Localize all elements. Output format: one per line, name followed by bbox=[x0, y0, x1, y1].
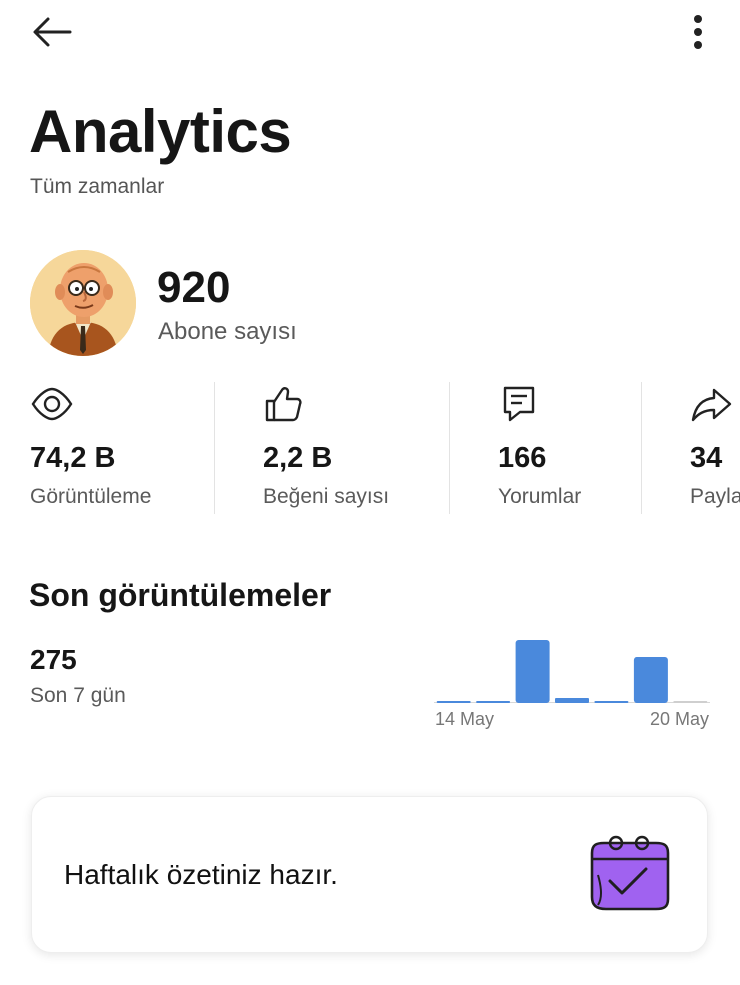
comments-value: 166 bbox=[498, 442, 547, 474]
views-label: Görüntüleme bbox=[30, 485, 152, 508]
time-range-label: Tüm zamanlar bbox=[30, 175, 165, 198]
recent-views-title: Son görüntülemeler bbox=[29, 577, 332, 613]
divider bbox=[449, 382, 450, 514]
stat-comments[interactable]: 166 Yorumlar bbox=[498, 378, 638, 518]
likes-label: Beğeni sayısı bbox=[263, 485, 390, 508]
eye-icon bbox=[31, 387, 73, 421]
comment-icon bbox=[503, 386, 535, 422]
chart-bar bbox=[633, 657, 668, 703]
stats-row: 74,2 B Görüntüleme 2,2 B Beğeni sayısı 1… bbox=[0, 378, 740, 518]
chart-bar bbox=[594, 701, 629, 703]
chart-bar bbox=[476, 701, 511, 703]
shares-label: Payla bbox=[690, 485, 740, 508]
avatar bbox=[30, 250, 136, 356]
recent-views-period: Son 7 gün bbox=[30, 684, 126, 707]
more-vertical-icon bbox=[694, 15, 702, 49]
comments-label: Yorumlar bbox=[498, 485, 582, 508]
more-options-button[interactable] bbox=[676, 10, 720, 54]
divider bbox=[214, 382, 215, 514]
arrow-left-icon bbox=[33, 17, 72, 47]
subscriber-count: 920 bbox=[157, 263, 231, 312]
recent-views-value: 275 bbox=[30, 644, 77, 675]
x-tick-label: 14 May bbox=[435, 709, 494, 729]
stat-views[interactable]: 74,2 B Görüntüleme bbox=[30, 378, 210, 518]
divider bbox=[641, 382, 642, 514]
page-title: Analytics bbox=[29, 98, 292, 165]
chart-bar bbox=[555, 698, 589, 703]
chart-bar bbox=[673, 701, 708, 703]
chart-bar bbox=[436, 701, 471, 703]
share-icon bbox=[691, 388, 732, 422]
shares-value: 34 bbox=[690, 442, 723, 474]
x-tick-label: 20 May bbox=[650, 709, 709, 729]
calendar-check-icon bbox=[590, 835, 670, 911]
recent-views-chart[interactable]: 14 May 20 May bbox=[434, 632, 710, 732]
likes-value: 2,2 B bbox=[263, 442, 333, 474]
back-button[interactable] bbox=[26, 10, 78, 54]
views-value: 74,2 B bbox=[30, 442, 116, 474]
thumbs-up-icon bbox=[265, 387, 302, 422]
chart-bar bbox=[515, 640, 550, 703]
weekly-summary-card[interactable]: Haftalık özetiniz hazır. bbox=[31, 796, 708, 953]
stat-likes[interactable]: 2,2 B Beğeni sayısı bbox=[263, 378, 443, 518]
stat-shares[interactable]: 34 Payla bbox=[690, 378, 740, 518]
subscriber-label: Abone sayısı bbox=[158, 318, 297, 345]
weekly-summary-text: Haftalık özetiniz hazır. bbox=[64, 859, 338, 890]
